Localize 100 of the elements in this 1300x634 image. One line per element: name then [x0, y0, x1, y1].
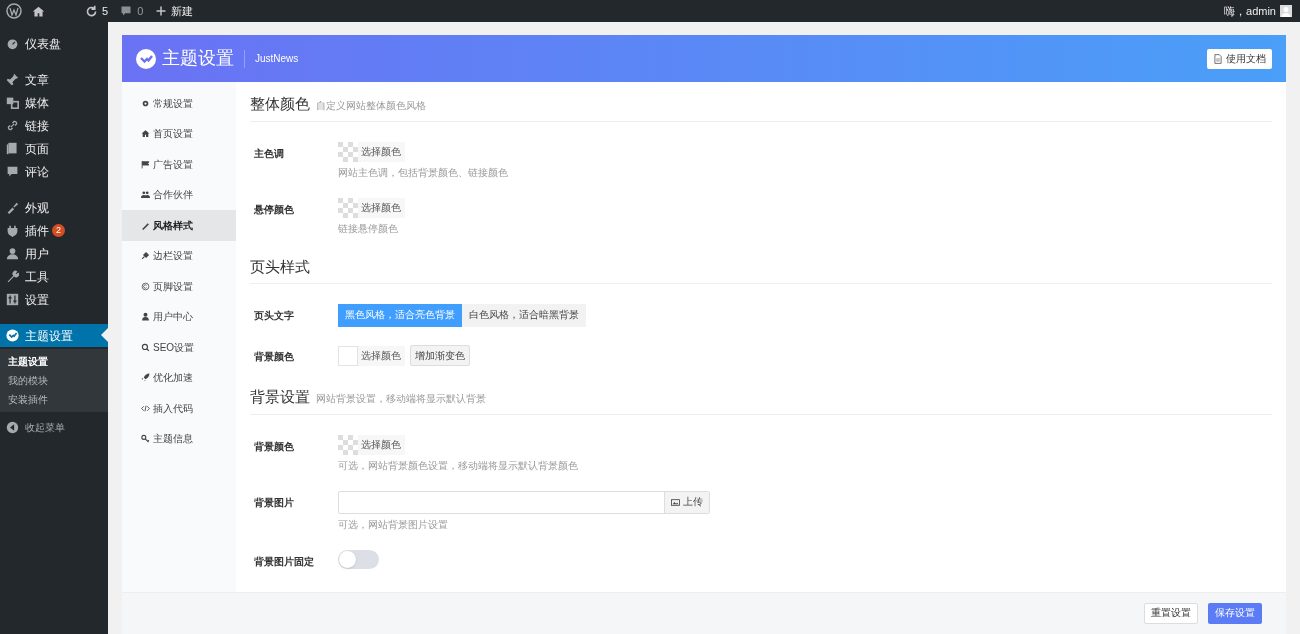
settings-tab[interactable]: 边栏设置 [122, 240, 236, 271]
section-description: 自定义网站整体颜色风格 [316, 99, 426, 113]
section-title: 整体颜色 [250, 94, 310, 114]
reset-button[interactable]: 重置设置 [1144, 603, 1198, 624]
menu-item[interactable]: 仪表盘 [0, 32, 108, 55]
color-picker-button[interactable]: 选择颜色 [338, 434, 405, 455]
link-icon [6, 119, 19, 132]
dashboard-icon [6, 37, 19, 50]
key-icon [141, 434, 150, 444]
wrench-icon [6, 270, 19, 283]
panel-subtitle: JustNews [255, 52, 299, 66]
help-text: 可选，网站背景图片设置 [338, 517, 449, 532]
field-label: 页头文字 [253, 309, 295, 323]
rocket-icon [141, 373, 150, 383]
home-icon [141, 129, 150, 139]
settings-tab[interactable]: 首页设置 [122, 118, 236, 149]
menu-label: 主题设置 [25, 327, 73, 345]
menu-item[interactable]: 外观 [0, 196, 108, 219]
color-swatch [338, 345, 358, 366]
menu-label: 媒体 [25, 94, 49, 112]
settings-tab[interactable]: 优化加速 [122, 362, 236, 393]
submenu-item[interactable]: 主题设置 [0, 352, 108, 371]
submenu-item[interactable]: 安装插件 [0, 390, 108, 409]
group-icon [141, 190, 150, 200]
field-label: 背景颜色 [253, 439, 295, 454]
help-text: 可选，网站背景颜色设置，移动端将显示默认背景颜色 [338, 458, 578, 473]
help-text: 链接悬停颜色 [338, 221, 399, 236]
settings-tab[interactable]: SEO设置 [122, 332, 236, 363]
settings-tab[interactable]: 主题信息 [122, 423, 236, 454]
check-badge-icon [6, 329, 19, 342]
transparent-swatch-icon [338, 141, 358, 162]
menu-item[interactable]: 用户 [0, 242, 108, 265]
menu-item[interactable]: 主题设置 [0, 324, 108, 347]
update-count[interactable]: 5 [102, 2, 109, 20]
color-picker-button[interactable]: 选择颜色 [338, 141, 405, 162]
settings-tab[interactable]: 合作伙伴 [122, 179, 236, 210]
menu-item[interactable]: 插件 2 [0, 219, 108, 242]
transparent-swatch-icon [338, 434, 358, 455]
toggle-switch[interactable] [338, 549, 379, 569]
menu-item[interactable]: 媒体 [0, 91, 108, 114]
new-link[interactable]: 新建 [171, 2, 194, 20]
menu-label: 链接 [25, 117, 49, 135]
greeting-link[interactable]: 嗨，admin [1224, 2, 1276, 20]
option-button[interactable]: 白色风格，适合暗黑背景 [462, 304, 586, 327]
menu-label: 插件 [25, 222, 49, 240]
menu-item[interactable]: 链接 [0, 114, 108, 137]
docs-button[interactable]: 使用文档 [1207, 48, 1272, 69]
section-description: 网站背景设置，移动端将显示默认背景 [316, 392, 486, 406]
menu-item[interactable]: 工具 [0, 265, 108, 288]
refresh-icon [85, 4, 98, 18]
collapse-menu-button[interactable]: 收起菜单 [0, 416, 108, 439]
menu-label: 文章 [25, 71, 49, 89]
settings-tab[interactable]: 插入代码 [122, 393, 236, 424]
field-label: 背景图片 [253, 495, 295, 510]
field-label: 悬停颜色 [253, 202, 295, 217]
transparent-swatch-icon [338, 197, 358, 218]
settings-tab[interactable]: 风格样式 [122, 210, 236, 241]
document-icon [1213, 53, 1223, 64]
menu-label: 外观 [25, 199, 49, 217]
menu-label: 设置 [25, 291, 49, 309]
menu-item[interactable]: 页面 [0, 137, 108, 160]
submenu-item[interactable]: 我的模块 [0, 371, 108, 390]
menu-item[interactable]: 评论 [0, 160, 108, 183]
code-icon [141, 403, 150, 413]
menu-item[interactable]: 文章 [0, 68, 108, 91]
menu-label: 页面 [25, 140, 49, 158]
flag-icon [141, 159, 150, 169]
field-label: 背景图片固定 [253, 554, 315, 569]
save-button[interactable]: 保存设置 [1208, 603, 1262, 624]
user-icon [6, 247, 19, 260]
panel-title: 主题设置 [162, 47, 234, 70]
color-picker-button[interactable]: 选择颜色 [338, 197, 405, 218]
settings-tab[interactable]: 常规设置 [122, 88, 236, 119]
menu-label: 评论 [25, 163, 49, 181]
field-label: 背景颜色 [253, 350, 295, 364]
home-icon [32, 4, 45, 18]
settings-tab[interactable]: 广告设置 [122, 149, 236, 180]
gradient-button[interactable]: 增加渐变色 [410, 345, 470, 366]
menu-label: 用户 [25, 245, 49, 263]
settings-tab[interactable]: 页脚设置 [122, 271, 236, 302]
page-icon [6, 142, 19, 155]
update-badge: 2 [52, 224, 65, 237]
comment-count[interactable]: 0 [137, 2, 144, 20]
comment-icon [120, 5, 133, 17]
section-title: 背景设置 [250, 387, 310, 407]
brush-icon [6, 201, 19, 214]
settings-tab[interactable]: 用户中心 [122, 301, 236, 332]
menu-label: 仪表盘 [25, 35, 61, 53]
color-picker-button[interactable]: 选择颜色 [338, 345, 405, 366]
plus-icon [155, 5, 168, 17]
search-icon [141, 342, 150, 352]
media-icon [6, 96, 19, 109]
menu-item[interactable]: 设置 [0, 288, 108, 311]
user-icon [141, 312, 150, 322]
pushpin-icon [6, 73, 19, 86]
menu-label: 工具 [25, 268, 49, 286]
collapse-icon [6, 421, 19, 434]
avatar-icon [1280, 5, 1292, 17]
pointer-icon [101, 328, 108, 342]
wordpress-logo-icon [6, 3, 22, 19]
